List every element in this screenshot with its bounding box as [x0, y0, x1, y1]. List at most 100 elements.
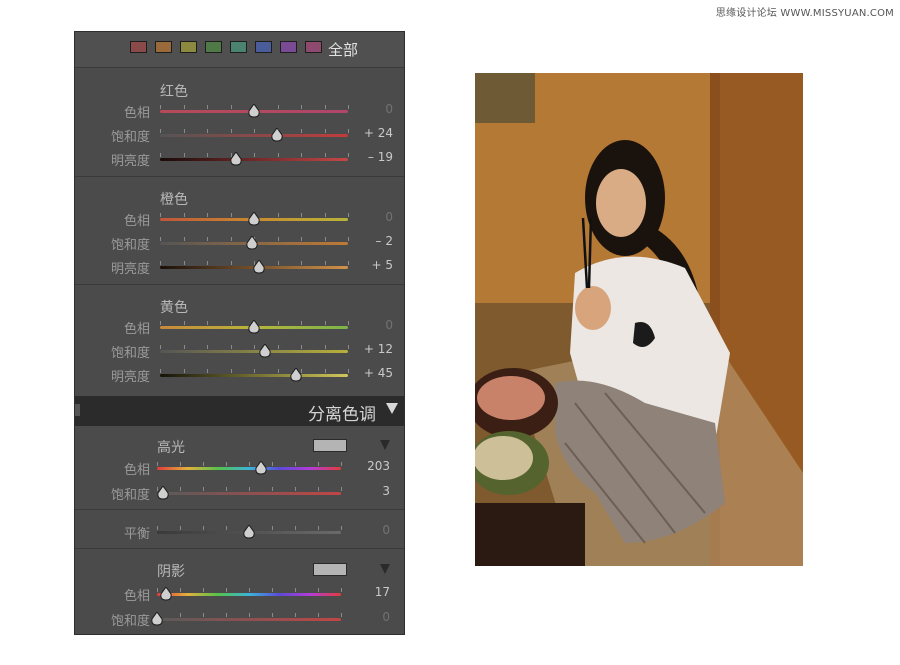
slider-tick: [203, 613, 204, 617]
slider-tick: [160, 237, 161, 241]
orange-saturation-thumb[interactable]: [246, 235, 258, 250]
slider-tick: [184, 345, 185, 349]
slider-tick: [254, 129, 255, 133]
slider-tick: [325, 129, 326, 133]
slider-tick: [301, 213, 302, 217]
red-group-title: 红色: [160, 84, 188, 100]
yellow-hue-value[interactable]: 0: [333, 318, 393, 332]
slider-tick: [180, 462, 181, 466]
yellow-hue-thumb[interactable]: [248, 319, 260, 334]
highlights-saturation-thumb[interactable]: [156, 485, 169, 500]
slider-tick: [207, 321, 208, 325]
highlights-saturation-slider[interactable]: [157, 492, 341, 495]
slider-tick: [160, 321, 161, 325]
slider-tick: [278, 321, 279, 325]
balance-thumb[interactable]: [243, 524, 255, 539]
preview-photo: [475, 73, 803, 566]
slider-tick: [207, 213, 208, 217]
slider-tick: [301, 345, 302, 349]
shadows-saturation-label: 饱和度: [110, 614, 150, 629]
divider: [75, 176, 404, 177]
highlights-color-swatch[interactable]: [313, 439, 347, 452]
shadows-dropdown-icon[interactable]: [380, 564, 390, 574]
slider-tick: [180, 526, 181, 530]
highlights-hue-label: 色相: [123, 463, 150, 478]
highlights-hue-value[interactable]: 203: [330, 459, 390, 473]
orange-hue-thumb[interactable]: [248, 211, 260, 226]
red-hue-thumb[interactable]: [248, 103, 260, 118]
slider-tick: [295, 588, 296, 592]
shadows-color-swatch[interactable]: [313, 563, 347, 576]
slider-tick: [278, 213, 279, 217]
highlights-dropdown-icon[interactable]: [380, 440, 390, 450]
highlights-saturation-label: 饱和度: [110, 488, 150, 503]
red-saturation-thumb[interactable]: [270, 127, 283, 142]
divider: [75, 67, 404, 68]
collapse-arrow-icon[interactable]: [386, 403, 398, 414]
slider-tick: [203, 526, 204, 530]
slider-tick: [295, 526, 296, 530]
slider-tick: [203, 588, 204, 592]
yellow-saturation-value[interactable]: + 12: [333, 342, 393, 356]
slider-tick: [278, 105, 279, 109]
color-swatch-4[interactable]: [230, 41, 247, 53]
yellow-luminance-slider[interactable]: [160, 374, 348, 377]
slider-tick: [207, 261, 208, 265]
divider: [75, 284, 404, 285]
shadows-title: 阴影: [157, 564, 185, 580]
balance-value[interactable]: 0: [330, 523, 390, 537]
slider-tick: [231, 237, 232, 241]
red-luminance-value[interactable]: – 19: [333, 150, 393, 164]
yellow-luminance-value[interactable]: + 45: [333, 366, 393, 380]
orange-luminance-value[interactable]: + 5: [333, 258, 393, 272]
color-swatch-6[interactable]: [280, 41, 297, 53]
slider-tick: [325, 237, 326, 241]
shadows-hue-value[interactable]: 17: [330, 585, 390, 599]
slider-tick: [226, 588, 227, 592]
orange-luminance-thumb[interactable]: [253, 259, 265, 274]
shadows-saturation-value[interactable]: 0: [330, 610, 390, 624]
red-luminance-thumb[interactable]: [230, 151, 242, 166]
slider-tick: [249, 462, 250, 466]
yellow-saturation-thumb[interactable]: [259, 343, 271, 358]
slider-tick: [231, 129, 232, 133]
slider-tick: [278, 153, 279, 157]
yellow-luminance-thumb[interactable]: [290, 367, 302, 382]
slider-tick: [301, 129, 302, 133]
hsl-all-tab[interactable]: 全部: [328, 39, 358, 60]
slider-tick: [180, 487, 181, 491]
red-saturation-slider[interactable]: [160, 134, 348, 137]
yellow-saturation-slider[interactable]: [160, 350, 348, 353]
highlights-hue-slider[interactable]: [157, 467, 341, 470]
color-swatch-0[interactable]: [130, 41, 147, 53]
split-toning-header[interactable]: 分离色调: [75, 396, 404, 426]
highlights-hue-thumb[interactable]: [255, 460, 267, 475]
split-toning-title: 分离色调: [308, 405, 376, 425]
shadows-saturation-thumb[interactable]: [151, 611, 163, 626]
orange-saturation-value[interactable]: – 2: [333, 234, 393, 248]
orange-hue-value[interactable]: 0: [333, 210, 393, 224]
red-hue-value[interactable]: 0: [333, 102, 393, 116]
red-hue-label: 色相: [123, 106, 150, 121]
shadows-hue-slider[interactable]: [157, 593, 341, 596]
red-luminance-slider[interactable]: [160, 158, 348, 161]
slider-tick: [325, 321, 326, 325]
color-swatch-1[interactable]: [155, 41, 172, 53]
color-swatch-3[interactable]: [205, 41, 222, 53]
color-swatch-5[interactable]: [255, 41, 272, 53]
color-swatch-7[interactable]: [305, 41, 322, 53]
slider-tick: [318, 588, 319, 592]
red-saturation-label: 饱和度: [110, 130, 150, 145]
highlights-saturation-value[interactable]: 3: [330, 484, 390, 498]
shadows-hue-thumb[interactable]: [160, 586, 172, 601]
slider-tick: [272, 526, 273, 530]
shadows-saturation-slider[interactable]: [157, 618, 341, 621]
slider-tick: [301, 237, 302, 241]
photo-illustration: [475, 73, 803, 566]
red-saturation-value[interactable]: + 24: [333, 126, 393, 140]
red-luminance-label: 明亮度: [110, 154, 150, 169]
color-swatch-2[interactable]: [180, 41, 197, 53]
slider-tick: [180, 588, 181, 592]
slider-tick: [203, 487, 204, 491]
yellow-luminance-label: 明亮度: [110, 370, 150, 385]
